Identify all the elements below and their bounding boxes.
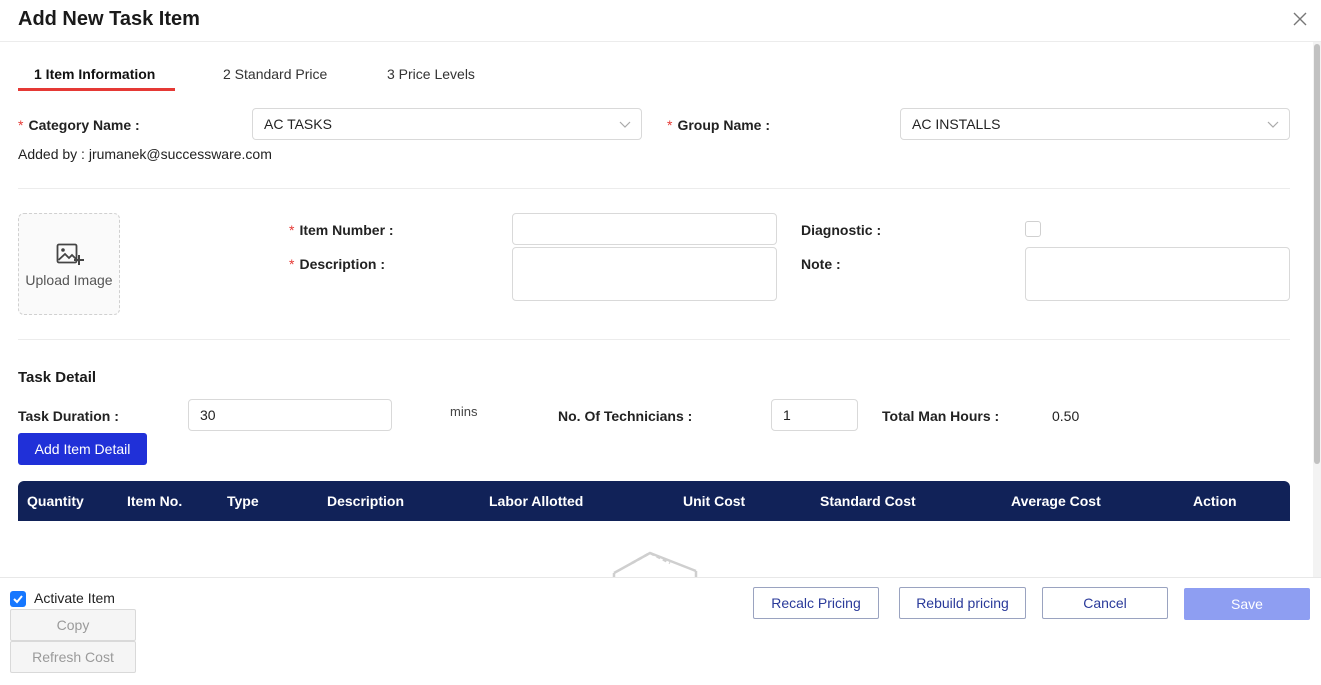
activate-item-label: Activate Item — [34, 590, 115, 606]
tab-standard-price[interactable]: 2 Standard Price — [223, 58, 327, 90]
tab-item-information[interactable]: 1 Item Information — [34, 58, 155, 90]
category-name-value: AC TASKS — [264, 116, 332, 132]
column-header-item-no[interactable]: Item No. — [127, 481, 182, 521]
column-header-average-cost[interactable]: Average Cost — [1011, 481, 1101, 521]
section-divider — [18, 339, 1290, 340]
column-header-standard-cost[interactable]: Standard Cost — [820, 481, 916, 521]
added-by-text: Added by : jrumanek@successware.com — [18, 146, 272, 162]
active-tab-indicator — [18, 88, 175, 91]
task-duration-input[interactable]: 30 — [188, 399, 392, 431]
description-label: * Description : — [289, 256, 386, 272]
check-icon — [13, 595, 23, 604]
upload-image-label: Upload Image — [25, 272, 113, 288]
empty-box-icon — [612, 551, 698, 578]
recalc-pricing-button[interactable]: Recalc Pricing — [753, 587, 879, 619]
task-duration-label: Task Duration : — [18, 408, 119, 424]
category-name-label: * Category Name : — [18, 117, 140, 133]
man-hours-label: Total Man Hours : — [882, 408, 1000, 424]
column-header-unit-cost[interactable]: Unit Cost — [683, 481, 745, 521]
item-detail-table-header: Quantity Item No. Type Description Labor… — [18, 481, 1290, 521]
technicians-label: No. Of Technicians : — [558, 408, 693, 424]
copy-button[interactable]: Copy — [10, 609, 136, 641]
modal-title: Add New Task Item — [18, 8, 200, 30]
section-divider — [18, 188, 1290, 189]
activate-item-checkbox[interactable] — [10, 591, 26, 607]
column-header-quantity[interactable]: Quantity — [27, 481, 84, 521]
group-name-value: AC INSTALLS — [912, 116, 1001, 132]
cancel-button[interactable]: Cancel — [1042, 587, 1168, 619]
column-header-labor-allotted[interactable]: Labor Allotted — [489, 481, 583, 521]
save-button[interactable]: Save — [1184, 588, 1310, 620]
chevron-down-icon — [1267, 121, 1279, 128]
close-icon[interactable] — [1287, 6, 1313, 32]
category-name-select[interactable]: AC TASKS — [252, 108, 642, 140]
column-header-type[interactable]: Type — [227, 481, 259, 521]
technicians-input[interactable]: 1 — [771, 399, 858, 431]
description-textarea[interactable] — [512, 247, 777, 301]
tab-price-levels[interactable]: 3 Price Levels — [387, 58, 475, 90]
item-number-label: * Item Number : — [289, 222, 394, 238]
item-number-input[interactable] — [512, 213, 777, 245]
modal-header: Add New Task Item — [0, 0, 1321, 42]
man-hours-value: 0.50 — [1052, 408, 1080, 424]
chevron-down-icon — [619, 121, 631, 128]
modal-footer: Activate Item Copy Refresh Cost Recalc P… — [0, 577, 1321, 685]
duration-unit: mins — [450, 404, 478, 419]
diagnostic-label: Diagnostic : — [801, 222, 882, 238]
note-label: Note : — [801, 256, 841, 272]
group-name-select[interactable]: AC INSTALLS — [900, 108, 1290, 140]
add-item-detail-button[interactable]: Add Item Detail — [18, 433, 147, 465]
column-header-action[interactable]: Action — [1193, 481, 1237, 521]
rebuild-pricing-button[interactable]: Rebuild pricing — [899, 587, 1026, 619]
note-textarea[interactable] — [1025, 247, 1290, 301]
scrollbar-thumb[interactable] — [1314, 44, 1320, 464]
upload-image-button[interactable]: Upload Image — [18, 213, 120, 315]
refresh-cost-button[interactable]: Refresh Cost — [10, 641, 136, 673]
image-add-icon — [56, 243, 84, 265]
task-detail-title: Task Detail — [18, 369, 97, 386]
diagnostic-checkbox[interactable] — [1025, 221, 1041, 237]
group-name-label: * Group Name : — [667, 117, 771, 133]
column-header-description[interactable]: Description — [327, 481, 404, 521]
